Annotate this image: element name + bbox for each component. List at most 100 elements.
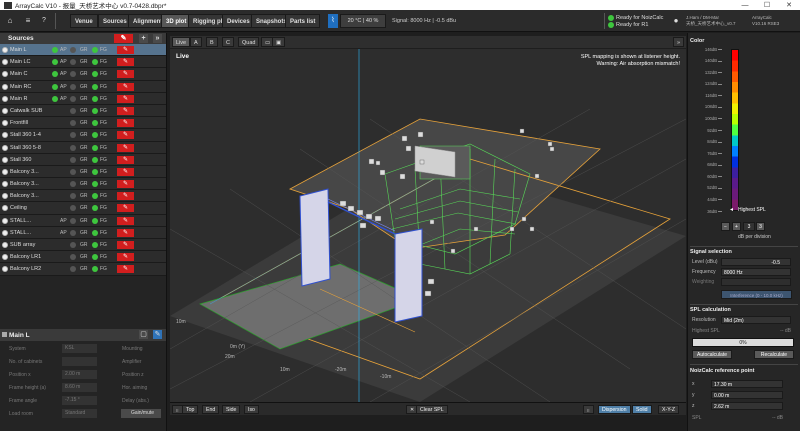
fg-tag[interactable]: FG bbox=[100, 218, 107, 224]
param-button[interactable]: Gain/mute bbox=[121, 409, 161, 418]
collapse-icon[interactable] bbox=[2, 332, 7, 337]
group-dot-icon[interactable] bbox=[70, 156, 76, 163]
source-row[interactable]: Balcony LR1 GR FG ✎ bbox=[0, 251, 166, 264]
source-radio[interactable] bbox=[2, 229, 8, 236]
menu-icon[interactable]: ≡ bbox=[22, 14, 34, 28]
ap-tag[interactable]: AP bbox=[60, 71, 67, 77]
gr-tag[interactable]: GR bbox=[80, 108, 88, 114]
param-value[interactable]: 8.60 m bbox=[62, 383, 97, 392]
y-field[interactable]: 0.00 m bbox=[711, 391, 783, 399]
fg-dot-icon[interactable] bbox=[92, 193, 98, 200]
fg-tag[interactable]: FG bbox=[100, 254, 107, 260]
source-radio[interactable] bbox=[2, 242, 8, 248]
solid-button[interactable]: Solid bbox=[632, 405, 652, 414]
source-row[interactable]: Balcony 3... GR FG ✎ bbox=[0, 190, 166, 203]
group-dot-icon[interactable] bbox=[70, 217, 76, 224]
fg-dot-icon[interactable] bbox=[92, 229, 98, 236]
source-radio[interactable] bbox=[2, 71, 8, 78]
group-dot-icon[interactable] bbox=[70, 181, 76, 188]
x-field[interactable]: 17.30 m bbox=[711, 380, 783, 388]
mute-button[interactable]: ✎ bbox=[117, 58, 134, 67]
maximize-button[interactable]: ☐ bbox=[756, 1, 778, 9]
fg-dot-icon[interactable] bbox=[92, 107, 98, 114]
param-value[interactable]: 2.00 m bbox=[62, 370, 97, 379]
view-menu-icon[interactable]: ⁝⁝ bbox=[172, 405, 183, 414]
source-row[interactable]: STALL... AP GR FG ✎ bbox=[0, 214, 166, 227]
source-row[interactable]: Catwalk SUB GR FG ✎ bbox=[0, 104, 166, 118]
source-radio[interactable] bbox=[2, 217, 8, 224]
mute-button[interactable]: ✎ bbox=[117, 82, 134, 91]
fg-dot-icon[interactable] bbox=[92, 83, 98, 90]
source-radio[interactable] bbox=[2, 181, 8, 188]
ap-tag[interactable]: AP bbox=[60, 47, 67, 53]
source-radio[interactable] bbox=[2, 193, 8, 200]
group-dot-icon[interactable] bbox=[70, 144, 76, 151]
mute-button[interactable]: ✎ bbox=[117, 228, 134, 237]
frequency-select[interactable]: 8000 Hz bbox=[721, 268, 791, 276]
mute-all-button[interactable]: ✎ bbox=[114, 34, 133, 43]
screenshot-icon[interactable]: ▣ bbox=[272, 37, 286, 47]
source-radio[interactable] bbox=[2, 205, 8, 212]
fg-tag[interactable]: FG bbox=[100, 242, 107, 248]
db-decrease-button[interactable]: − bbox=[721, 222, 730, 231]
group-dot-icon[interactable] bbox=[70, 59, 76, 66]
source-row[interactable]: SUB array GR FG ✎ bbox=[0, 239, 166, 252]
source-radio[interactable] bbox=[2, 156, 8, 163]
add-source-button[interactable]: + bbox=[139, 34, 148, 43]
fg-dot-icon[interactable] bbox=[92, 71, 98, 78]
resolution-select[interactable]: Mid (2m) bbox=[721, 316, 791, 324]
ap-tag[interactable]: AP bbox=[60, 59, 67, 65]
fg-dot-icon[interactable] bbox=[92, 156, 98, 163]
db-per-div-step-button[interactable]: 3 bbox=[756, 222, 765, 231]
ap-tag[interactable]: AP bbox=[60, 96, 67, 102]
view-iso-button[interactable]: Iso bbox=[244, 405, 259, 414]
gr-tag[interactable]: GR bbox=[80, 71, 88, 77]
nav-3d-plot[interactable]: 3D plot bbox=[161, 14, 192, 28]
fg-tag[interactable]: FG bbox=[100, 47, 107, 53]
source-radio[interactable] bbox=[2, 120, 8, 127]
source-radio[interactable] bbox=[2, 144, 8, 151]
mute-button[interactable]: ✎ bbox=[117, 216, 134, 225]
nav-devices[interactable]: Devices bbox=[222, 14, 255, 28]
fg-dot-icon[interactable] bbox=[92, 217, 98, 224]
fg-dot-icon[interactable] bbox=[92, 266, 98, 273]
gr-tag[interactable]: GR bbox=[80, 242, 88, 248]
group-dot-icon[interactable] bbox=[70, 120, 76, 127]
fg-dot-icon[interactable] bbox=[92, 120, 98, 127]
environment-field[interactable]: 20 °C | 40 % bbox=[340, 14, 386, 28]
fg-tag[interactable]: FG bbox=[100, 108, 107, 114]
group-dot-icon[interactable] bbox=[70, 229, 76, 236]
mute-button[interactable]: ✎ bbox=[117, 70, 134, 79]
fg-tag[interactable]: FG bbox=[100, 71, 107, 77]
gr-tag[interactable]: GR bbox=[80, 169, 88, 175]
mute-button[interactable]: ✎ bbox=[117, 46, 134, 54]
ap-tag[interactable]: AP bbox=[60, 218, 67, 224]
group-dot-icon[interactable] bbox=[70, 107, 76, 114]
mute-button[interactable]: ✎ bbox=[117, 143, 134, 152]
fg-dot-icon[interactable] bbox=[92, 144, 98, 151]
level-field[interactable]: -0.5 bbox=[721, 258, 791, 266]
gr-tag[interactable]: GR bbox=[80, 181, 88, 187]
fg-tag[interactable]: FG bbox=[100, 84, 107, 90]
mute-button[interactable]: ✎ bbox=[117, 265, 134, 274]
fg-dot-icon[interactable] bbox=[92, 205, 98, 212]
group-dot-icon[interactable] bbox=[70, 132, 76, 139]
group-dot-icon[interactable] bbox=[70, 83, 76, 90]
group-dot-icon[interactable] bbox=[70, 47, 76, 53]
fg-tag[interactable]: FG bbox=[100, 59, 107, 65]
fg-dot-icon[interactable] bbox=[92, 254, 98, 261]
source-row[interactable]: Main RC AP GR FG ✎ bbox=[0, 80, 166, 93]
mute-button[interactable]: ✎ bbox=[117, 106, 134, 115]
fg-tag[interactable]: FG bbox=[100, 181, 107, 187]
nav-sources[interactable]: Sources bbox=[98, 14, 132, 28]
source-row[interactable]: Stall 360 5-8 GR FG ✎ bbox=[0, 141, 166, 154]
clear-spl-button[interactable]: Clear SPL bbox=[416, 405, 448, 414]
fg-tag[interactable]: FG bbox=[100, 157, 107, 163]
thermometer-icon[interactable]: ⌇ bbox=[328, 14, 338, 28]
mute-button[interactable]: ✎ bbox=[117, 241, 134, 249]
fg-dot-icon[interactable] bbox=[92, 47, 98, 53]
collapse-sources-button[interactable]: » bbox=[153, 34, 162, 43]
view-top-button[interactable]: Top bbox=[182, 405, 199, 414]
gr-tag[interactable]: GR bbox=[80, 266, 88, 272]
display-menu-icon[interactable]: ⁝⁝ bbox=[583, 405, 594, 414]
